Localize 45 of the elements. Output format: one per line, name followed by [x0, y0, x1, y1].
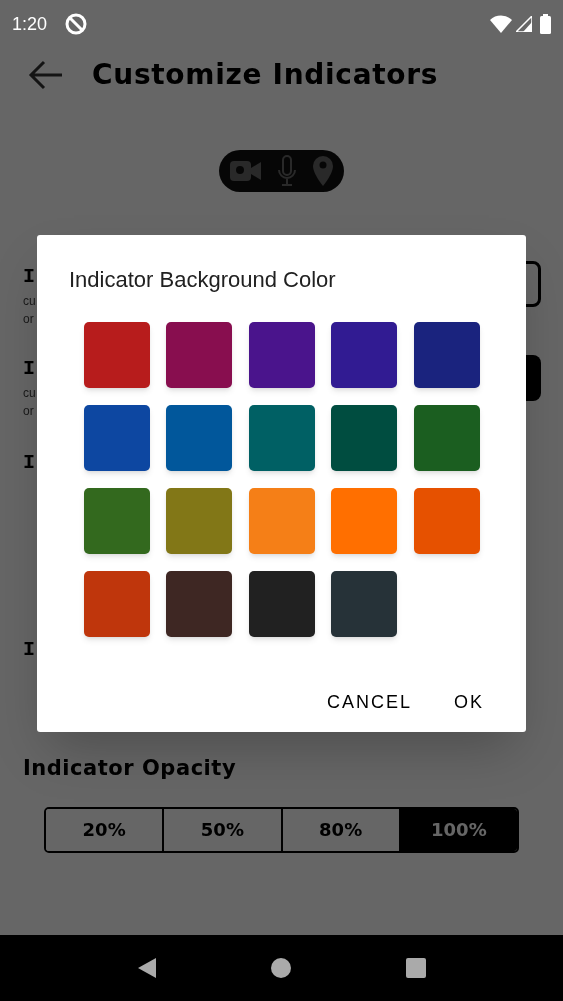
section-heading: I [23, 356, 35, 382]
color-swatch[interactable] [248, 488, 315, 554]
color-swatch[interactable] [248, 571, 315, 637]
color-swatch[interactable] [84, 322, 150, 388]
color-swatch[interactable] [248, 405, 315, 471]
section-heading: I [23, 264, 35, 290]
battery-icon [540, 14, 551, 34]
color-swatch[interactable] [166, 488, 233, 554]
location-pin-icon [311, 155, 334, 187]
status-time: 1:20 [12, 12, 48, 36]
section-heading: Indicator Opacity [23, 755, 238, 782]
color-swatch[interactable] [413, 488, 480, 554]
color-swatch[interactable] [331, 488, 398, 554]
section-description: or [23, 403, 34, 420]
color-swatch[interactable] [84, 571, 150, 637]
signal-icon [516, 16, 532, 32]
color-swatch[interactable] [413, 405, 480, 471]
section-description: or [23, 311, 34, 328]
no-location-icon [65, 13, 88, 35]
color-swatch[interactable] [84, 405, 150, 471]
color-swatch[interactable] [166, 405, 233, 471]
color-swatch[interactable] [331, 571, 398, 637]
color-swatch[interactable] [248, 322, 315, 388]
wifi-icon [490, 15, 512, 33]
section-heading: I [23, 450, 35, 476]
ok-button[interactable]: OK [442, 683, 496, 722]
page-title: Customize Indicators [92, 57, 439, 93]
section-heading: I [23, 637, 35, 663]
color-swatch[interactable] [331, 322, 398, 388]
home-nav-icon[interactable] [270, 957, 293, 979]
color-swatch[interactable] [84, 488, 150, 554]
video-camera-icon [229, 160, 262, 182]
cancel-button[interactable]: CANCEL [314, 683, 424, 722]
section-description: cu [23, 385, 36, 402]
back-nav-icon[interactable] [136, 956, 159, 980]
opacity-option[interactable]: 100% [398, 808, 517, 851]
recents-nav-icon[interactable] [404, 957, 427, 979]
microphone-icon [275, 155, 298, 187]
section-description: cu [23, 293, 36, 310]
color-swatch[interactable] [166, 571, 233, 637]
color-swatch[interactable] [413, 322, 480, 388]
color-swatch[interactable] [166, 322, 233, 388]
color-swatch[interactable] [331, 405, 398, 471]
back-arrow-icon[interactable] [28, 59, 64, 91]
dialog-title: Indicator Background Color [69, 266, 337, 294]
